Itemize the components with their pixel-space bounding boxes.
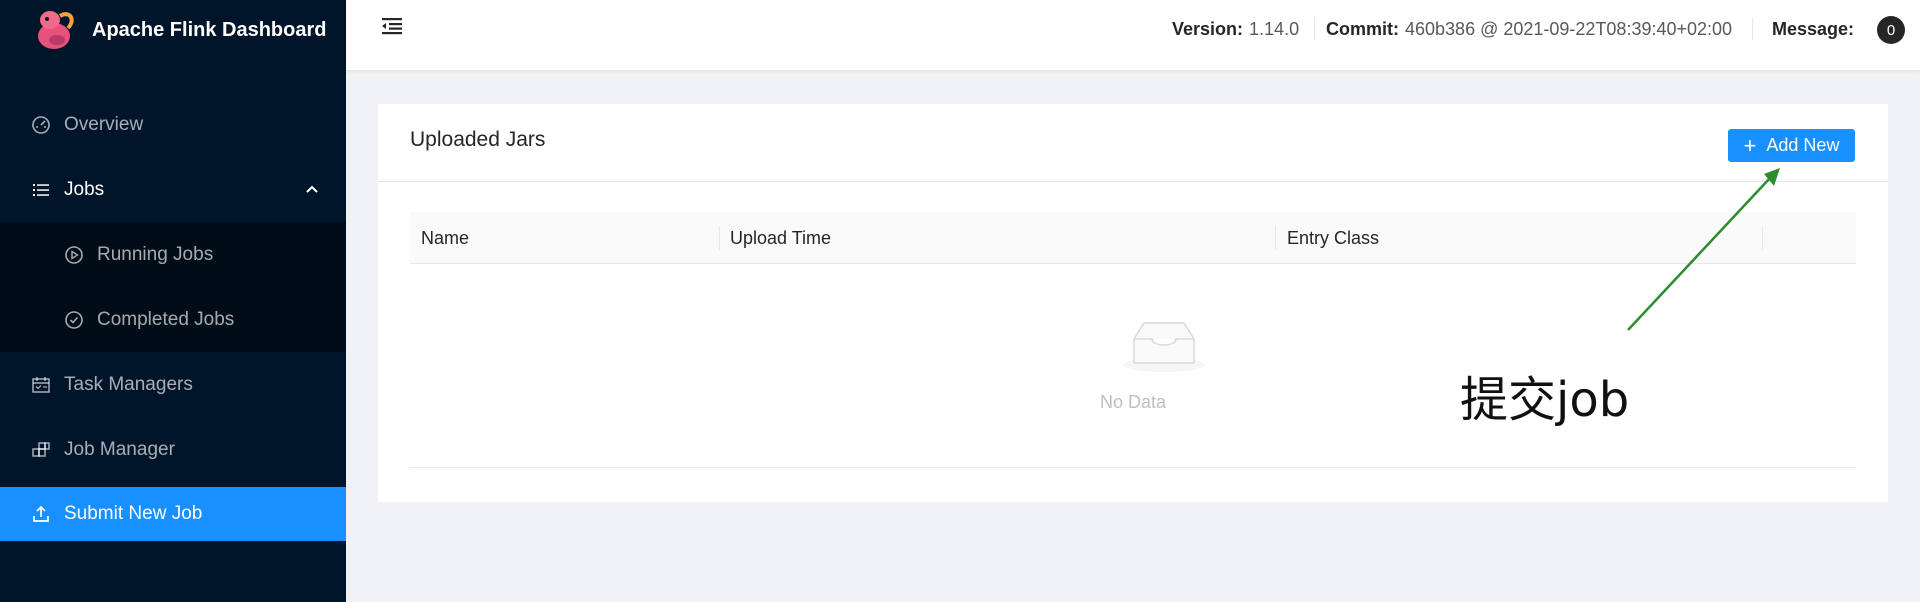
menu-fold-icon[interactable]: [378, 14, 404, 38]
plus-icon: +: [1743, 132, 1757, 158]
empty-text: No Data: [1099, 392, 1167, 412]
play-circle-icon: [63, 244, 85, 266]
brand[interactable]: Apache Flink Dashboard: [0, 0, 346, 60]
column-divider: [1275, 226, 1276, 250]
sidebar-item-label: Submit New Job: [64, 503, 203, 524]
header-divider: [1314, 18, 1315, 40]
sidebar-item-label: Task Managers: [64, 374, 193, 395]
list-icon: [30, 179, 52, 201]
sidebar: Apache Flink Dashboard Overview Jobs Run…: [0, 0, 346, 602]
sidebar-item-label: Overview: [64, 114, 144, 135]
sidebar-item-task-managers[interactable]: Task Managers: [0, 358, 346, 412]
add-new-button[interactable]: + Add New: [1728, 129, 1855, 162]
sidebar-item-overview[interactable]: Overview: [0, 98, 346, 152]
column-header-entry-class[interactable]: Entry Class: [1287, 212, 1379, 264]
schedule-icon: [30, 374, 52, 396]
build-icon: [30, 439, 52, 461]
annotation-arrow-icon: [1620, 160, 1790, 340]
sidebar-item-label: Job Manager: [64, 439, 175, 460]
message-info[interactable]: Message:: [1772, 0, 1860, 58]
sidebar-item-running-jobs[interactable]: Running Jobs: [0, 228, 346, 282]
empty-inbox-icon: [1122, 319, 1206, 375]
check-circle-icon: [63, 309, 85, 331]
flink-logo-icon: [30, 6, 78, 54]
sidebar-item-completed-jobs[interactable]: Completed Jobs: [0, 293, 346, 347]
commit-info: Commit: 460b386 @ 2021-09-22T08:39:40+02…: [1326, 0, 1732, 58]
header-divider: [1752, 18, 1753, 40]
version-value: 1.14.0: [1249, 18, 1300, 39]
sidebar-item-jobs[interactable]: Jobs: [0, 163, 346, 217]
message-count-badge[interactable]: 0: [1877, 16, 1905, 44]
column-header-name[interactable]: Name: [421, 212, 469, 264]
brand-title: Apache Flink Dashboard: [92, 18, 327, 41]
message-label: Message:: [1772, 18, 1855, 39]
add-new-label: Add New: [1766, 135, 1840, 155]
sidebar-item-label: Running Jobs: [97, 244, 214, 265]
sidebar-item-label: Completed Jobs: [97, 309, 235, 330]
column-header-upload-time[interactable]: Upload Time: [730, 212, 831, 264]
column-divider: [719, 226, 720, 250]
chevron-up-icon: [304, 181, 320, 203]
commit-label: Commit:: [1326, 18, 1399, 39]
card-title: Uploaded Jars: [410, 128, 546, 151]
sidebar-item-submit-new-job[interactable]: Submit New Job: [0, 487, 346, 541]
top-header: Version: 1.14.0 Commit: 460b386 @ 2021-0…: [346, 0, 1920, 70]
sidebar-item-job-manager[interactable]: Job Manager: [0, 423, 346, 477]
version-label: Version:: [1172, 18, 1244, 39]
sidebar-item-label: Jobs: [64, 179, 105, 200]
commit-value: 460b386 @ 2021-09-22T08:39:40+02:00: [1405, 18, 1733, 39]
upload-icon: [30, 503, 52, 525]
dashboard-icon: [30, 114, 52, 136]
version-info: Version: 1.14.0: [1172, 0, 1299, 58]
annotation-text: 提交job: [1460, 372, 1630, 428]
